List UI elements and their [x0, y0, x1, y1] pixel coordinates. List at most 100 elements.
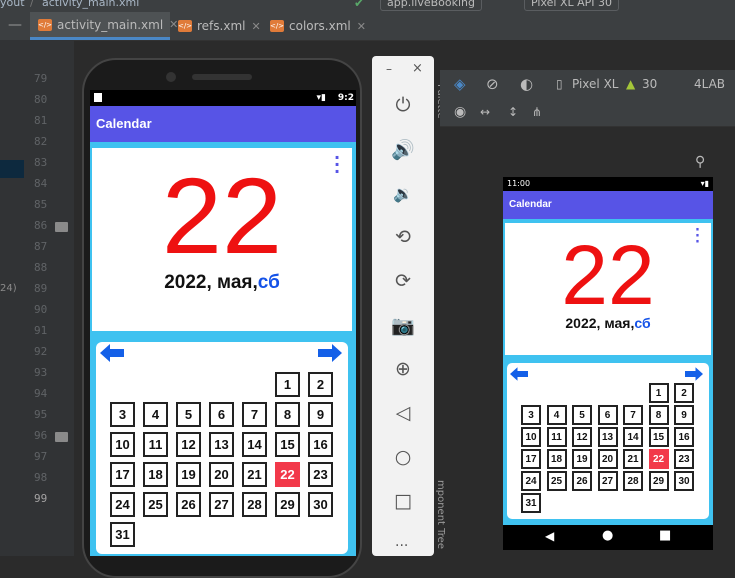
arrow-right-icon[interactable] [318, 344, 342, 366]
day-cell[interactable]: 25 [143, 492, 168, 517]
home-icon[interactable]: ● [602, 528, 613, 543]
tab-menu-icon[interactable]: — [8, 17, 22, 33]
close-button[interactable]: × [412, 61, 423, 76]
day-cell[interactable]: 15 [275, 432, 300, 457]
day-cell[interactable]: 14 [623, 427, 643, 447]
day-cell[interactable]: 13 [597, 427, 618, 447]
rotate-right-icon[interactable]: ⟳ [388, 266, 418, 296]
day-cell[interactable]: 16 [674, 427, 694, 447]
day-cell[interactable]: 10 [110, 432, 135, 457]
day-cell[interactable]: 29 [275, 492, 300, 517]
day-cell[interactable]: 20 [597, 449, 618, 469]
tab-activity-main[interactable]: </> activity_main.xml ✕ [30, 12, 178, 40]
day-cell[interactable]: 30 [308, 492, 333, 517]
day-cell[interactable]: 4 [546, 405, 567, 425]
day-cell[interactable]: 25 [546, 471, 567, 491]
vertical-resize-icon[interactable]: ↕ [508, 98, 518, 126]
day-cell[interactable]: 4 [143, 402, 168, 427]
day-cell[interactable]: 19 [572, 449, 592, 469]
device-selector[interactable]: Pixel XL API 30 [524, 0, 619, 11]
day-cell[interactable]: 19 [176, 462, 201, 487]
day-cell[interactable]: 28 [623, 471, 643, 491]
day-cell[interactable]: 7 [242, 402, 267, 427]
day-cell[interactable]: 9 [674, 405, 694, 425]
sync-icon[interactable]: ✔ [354, 0, 364, 10]
day-cell[interactable]: 28 [242, 492, 267, 517]
day-cell[interactable]: 24 [110, 492, 135, 517]
breadcrumb-file[interactable]: activity_main.xml [42, 0, 139, 9]
day-cell[interactable]: 18 [546, 449, 567, 469]
day-cell[interactable]: 23 [674, 449, 694, 469]
locale-selector[interactable]: 4LAB [694, 70, 725, 98]
run-config-selector[interactable]: app.liveBooking [380, 0, 482, 11]
day-cell[interactable]: 8 [648, 405, 669, 425]
day-cell[interactable]: 26 [176, 492, 201, 517]
close-icon[interactable]: ✕ [251, 20, 260, 33]
eye-icon[interactable]: ◉ [454, 98, 466, 126]
component-tree-tab[interactable]: mponent Tree [435, 480, 446, 549]
day-cell[interactable]: 18 [143, 462, 168, 487]
tab-refs[interactable]: </> refs.xml ✕ [178, 12, 264, 40]
day-cell[interactable]: 16 [308, 432, 333, 457]
back-icon[interactable]: ◁ [388, 398, 418, 428]
day-cell[interactable]: 12 [176, 432, 201, 457]
zoom-icon[interactable]: ⊕ [388, 354, 418, 384]
day-cell[interactable]: 13 [209, 432, 234, 457]
api-selector[interactable]: 30 [642, 70, 657, 98]
day-cell[interactable]: 2 [674, 383, 694, 403]
day-cell[interactable]: 17 [521, 449, 541, 469]
day-cell[interactable]: 11 [546, 427, 567, 447]
day-cell[interactable]: 20 [209, 462, 234, 487]
overview-icon[interactable]: ■ [659, 528, 671, 543]
day-cell[interactable]: 10 [521, 427, 541, 447]
home-icon[interactable]: ○ [388, 442, 418, 472]
day-cell[interactable]: 9 [308, 402, 333, 427]
more-button[interactable]: ... [395, 534, 408, 550]
volume-up-icon[interactable]: 🔊 [388, 134, 418, 164]
day-cell[interactable]: 11 [143, 432, 168, 457]
arrow-left-icon[interactable] [100, 344, 124, 366]
camera-icon[interactable]: 📷 [388, 310, 418, 340]
horizontal-resize-icon[interactable]: ↔ [480, 98, 490, 126]
day-cell[interactable]: 23 [308, 462, 333, 487]
day-cell[interactable]: 6 [209, 402, 234, 427]
tab-colors[interactable]: </> colors.xml ✕ [270, 12, 370, 40]
day-cell[interactable]: 8 [275, 402, 300, 427]
day-cell[interactable]: 15 [648, 427, 669, 447]
day-cell[interactable]: 1 [648, 383, 669, 403]
power-icon[interactable]: ⏻ [388, 90, 418, 120]
day-cell-today[interactable]: 22 [648, 449, 669, 469]
day-cell[interactable]: 14 [242, 432, 267, 457]
day-cell[interactable]: 29 [648, 471, 669, 491]
magnet-icon[interactable]: ⋔ [532, 98, 542, 126]
day-cell[interactable]: 24 [521, 471, 541, 491]
wrench-icon[interactable]: ⚲ [695, 154, 705, 170]
day-cell[interactable]: 21 [623, 449, 643, 469]
day-cell[interactable]: 17 [110, 462, 135, 487]
day-cell[interactable]: 27 [209, 492, 234, 517]
arrow-left-icon[interactable] [510, 366, 528, 385]
night-mode-icon[interactable]: ◐ [520, 70, 533, 98]
image-icon[interactable] [55, 222, 68, 232]
day-cell[interactable]: 1 [275, 372, 300, 397]
close-icon[interactable]: ✕ [357, 20, 366, 33]
day-cell[interactable]: 3 [521, 405, 541, 425]
day-cell[interactable]: 7 [623, 405, 643, 425]
day-cell[interactable]: 21 [242, 462, 267, 487]
breadcrumb-item[interactable]: yout [0, 0, 25, 9]
day-cell[interactable]: 2 [308, 372, 333, 397]
image-icon[interactable] [55, 432, 68, 442]
day-cell[interactable]: 31 [521, 493, 541, 513]
volume-down-icon[interactable]: 🔉 [388, 178, 418, 208]
rotate-left-icon[interactable]: ⟲ [388, 222, 418, 252]
day-cell[interactable]: 31 [110, 522, 135, 547]
back-icon[interactable]: ◀ [545, 529, 554, 543]
layers-icon[interactable]: ◈ [454, 70, 466, 98]
day-cell[interactable]: 26 [572, 471, 592, 491]
minimize-button[interactable]: – [386, 62, 392, 76]
day-cell[interactable]: 12 [572, 427, 592, 447]
day-cell-today[interactable]: 22 [275, 462, 300, 487]
day-cell[interactable]: 3 [110, 402, 135, 427]
day-cell[interactable]: 30 [674, 471, 694, 491]
emulator-screen[interactable]: ▾▮ 9:2 Calendar · · · 22 2022, мая,сб 1234… [90, 90, 356, 556]
